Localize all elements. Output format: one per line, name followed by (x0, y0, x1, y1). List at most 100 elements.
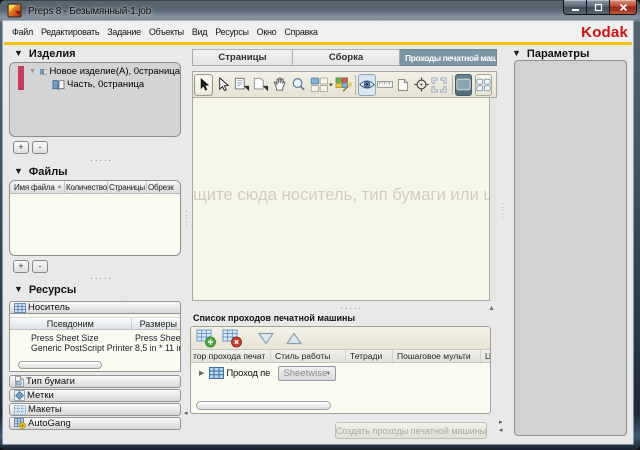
resources-autogang-bar[interactable]: AutoGang (9, 417, 181, 430)
right-splitter-handle[interactable]: ····· (501, 202, 505, 220)
menu-view[interactable]: Вид (188, 27, 211, 37)
place-page-tool-button[interactable] (232, 74, 251, 96)
press-run-col-label: Стиль работы (275, 351, 330, 361)
files-remove-button[interactable]: - (32, 260, 48, 273)
client-area: Файл Редактировать Задание Объекты Вид Р… (4, 22, 632, 443)
zoom-tool-button[interactable] (289, 74, 308, 96)
media-grid-icon (14, 303, 26, 313)
layouts-grid-icon (14, 405, 26, 415)
work-style-select[interactable]: Sheetwise ▼ (278, 366, 336, 381)
press-run-col-label: Тетради (350, 351, 382, 361)
press-run-col-extra[interactable]: Ц (481, 350, 490, 362)
center-splitter-handle[interactable]: ····· (340, 306, 363, 311)
title-bar[interactable]: Preps 8 - Безымянный-1.job (0, 0, 640, 22)
resources-paper-bar[interactable]: Тип бумаги (9, 375, 181, 388)
press-run-row[interactable]: ▶ Проход пе Sheetwise ▼ (191, 364, 490, 382)
files-col-count[interactable]: Количество (65, 181, 108, 193)
add-press-run-icon[interactable] (196, 329, 217, 348)
page-info-button[interactable] (394, 74, 412, 96)
menu-objects[interactable]: Объекты (145, 27, 188, 37)
files-col-pages[interactable]: Страницы (108, 181, 147, 193)
press-run-grid-icon (209, 367, 224, 379)
press-run-col-id[interactable]: тор прохода печат (191, 350, 271, 362)
menu-window[interactable]: Окно (253, 27, 281, 37)
resources-layouts-bar[interactable]: Макеты (9, 403, 181, 416)
minimize-button[interactable] (563, 0, 586, 15)
workspace: ▼Изделия ▼ Новое изделие(А), 0страница (4, 45, 632, 443)
media-col-sizes[interactable]: Размеры (132, 318, 180, 329)
single-view-button[interactable] (455, 74, 472, 96)
maximize-button[interactable] (586, 0, 609, 15)
pan-tool-button[interactable] (270, 74, 289, 96)
select-tool-button[interactable] (194, 74, 213, 96)
resources-marks-bar[interactable]: Метки (9, 389, 181, 402)
place-page-icon (234, 77, 250, 92)
layout-mode-button[interactable] (308, 74, 334, 96)
delete-press-run-icon[interactable] (222, 329, 243, 348)
left-splitter-handle[interactable]: ····· (185, 210, 189, 228)
menu-resources[interactable]: Ресурсы (211, 27, 252, 37)
products-collapse-icon: ▼ (14, 48, 23, 58)
resources-section-header[interactable]: ▼Ресурсы (14, 284, 76, 296)
press-run-hscroll-thumb[interactable] (196, 401, 331, 410)
menu-job[interactable]: Задание (103, 27, 145, 37)
work-style-value: Sheetwise (283, 368, 327, 379)
tab-pages[interactable]: Страницы (192, 49, 293, 66)
row-expand-icon[interactable]: ▶ (199, 369, 204, 377)
products-section-header[interactable]: ▼Изделия (14, 48, 76, 60)
press-run-col-step[interactable]: Пошаговое мульти (393, 350, 481, 362)
menu-edit[interactable]: Редактировать (37, 27, 103, 37)
move-down-icon[interactable] (257, 332, 275, 345)
move-up-icon[interactable] (285, 332, 303, 345)
center-splitter-collapse-icon[interactable]: ▲ (488, 305, 495, 312)
files-col-name[interactable]: Имя файла▲ (10, 181, 65, 193)
center-marks-button[interactable] (430, 74, 448, 96)
files-add-button[interactable]: + (13, 260, 29, 273)
files-col-label: Имя файла (14, 183, 55, 192)
press-run-col-label: тор прохода печат (193, 351, 265, 361)
files-section-header[interactable]: ▼Файлы (14, 166, 68, 178)
files-col-trim[interactable]: Обрезк (147, 181, 180, 193)
right-splitter-collapse-icon[interactable]: ▸ (499, 418, 503, 426)
tab-assembly[interactable]: Сборка (293, 49, 400, 66)
files-splitter-handle[interactable]: ····· (90, 276, 113, 281)
resources-media-bar[interactable]: Носитель (9, 301, 181, 314)
close-icon (619, 3, 628, 12)
press-run-col-style[interactable]: Стиль работы (271, 350, 346, 362)
autogang-tool-button[interactable] (334, 74, 353, 96)
left-splitter-collapse-icon[interactable]: ◂ (184, 409, 188, 417)
autogang-icon (14, 418, 26, 429)
tree-item-product[interactable]: ▼ Новое изделие(А), 0страница (10, 65, 180, 78)
multi-view-button[interactable] (475, 74, 492, 96)
canvas-vscrollbar[interactable] (490, 98, 497, 301)
products-remove-button[interactable]: - (32, 141, 48, 154)
menu-file[interactable]: Файл (4, 27, 37, 37)
products-add-button[interactable]: + (13, 141, 29, 154)
tree-item-part[interactable]: Часть, 0страница (10, 78, 180, 91)
media-row[interactable]: Generic PostScript Printer 8,5 in * 11 i… (10, 343, 180, 353)
media-row[interactable]: Press Sheet Size Press Sheet (10, 333, 180, 343)
select-arrow-icon (197, 77, 211, 92)
products-splitter-handle[interactable]: ····· (90, 158, 113, 163)
resource-bar-label: Тип бумаги (26, 376, 75, 387)
layout-canvas[interactable]: щите сюда носитель, тип бумаги или ц (192, 98, 490, 301)
parameters-section-header[interactable]: ▼Параметры (512, 48, 589, 60)
toolbar-separator (452, 75, 453, 95)
registration-button[interactable] (412, 74, 430, 96)
preview-button[interactable] (358, 74, 376, 96)
menu-help[interactable]: Справка (280, 27, 321, 37)
blank-page-tool-button[interactable] (251, 74, 270, 96)
resource-bar-label: Метки (27, 390, 54, 401)
press-run-hscrollbar[interactable] (194, 401, 487, 411)
create-press-runs-button[interactable]: Создать проходы печатной машины (335, 422, 487, 439)
measure-tool-button[interactable] (376, 74, 394, 96)
close-button[interactable] (609, 0, 637, 15)
press-run-col-signatures[interactable]: Тетради (346, 350, 393, 362)
media-hscrollbar[interactable] (12, 361, 178, 370)
direct-select-tool-button[interactable] (213, 74, 232, 96)
media-col-alias[interactable]: Псевдоним (10, 318, 132, 329)
tree-expand-icon[interactable]: ▼ (29, 68, 36, 75)
tab-press-runs[interactable]: Проходы печатной маши (400, 49, 497, 66)
right-splitter-collapse-icon2[interactable]: ◂ (499, 426, 503, 434)
media-hscroll-thumb[interactable] (18, 361, 102, 369)
